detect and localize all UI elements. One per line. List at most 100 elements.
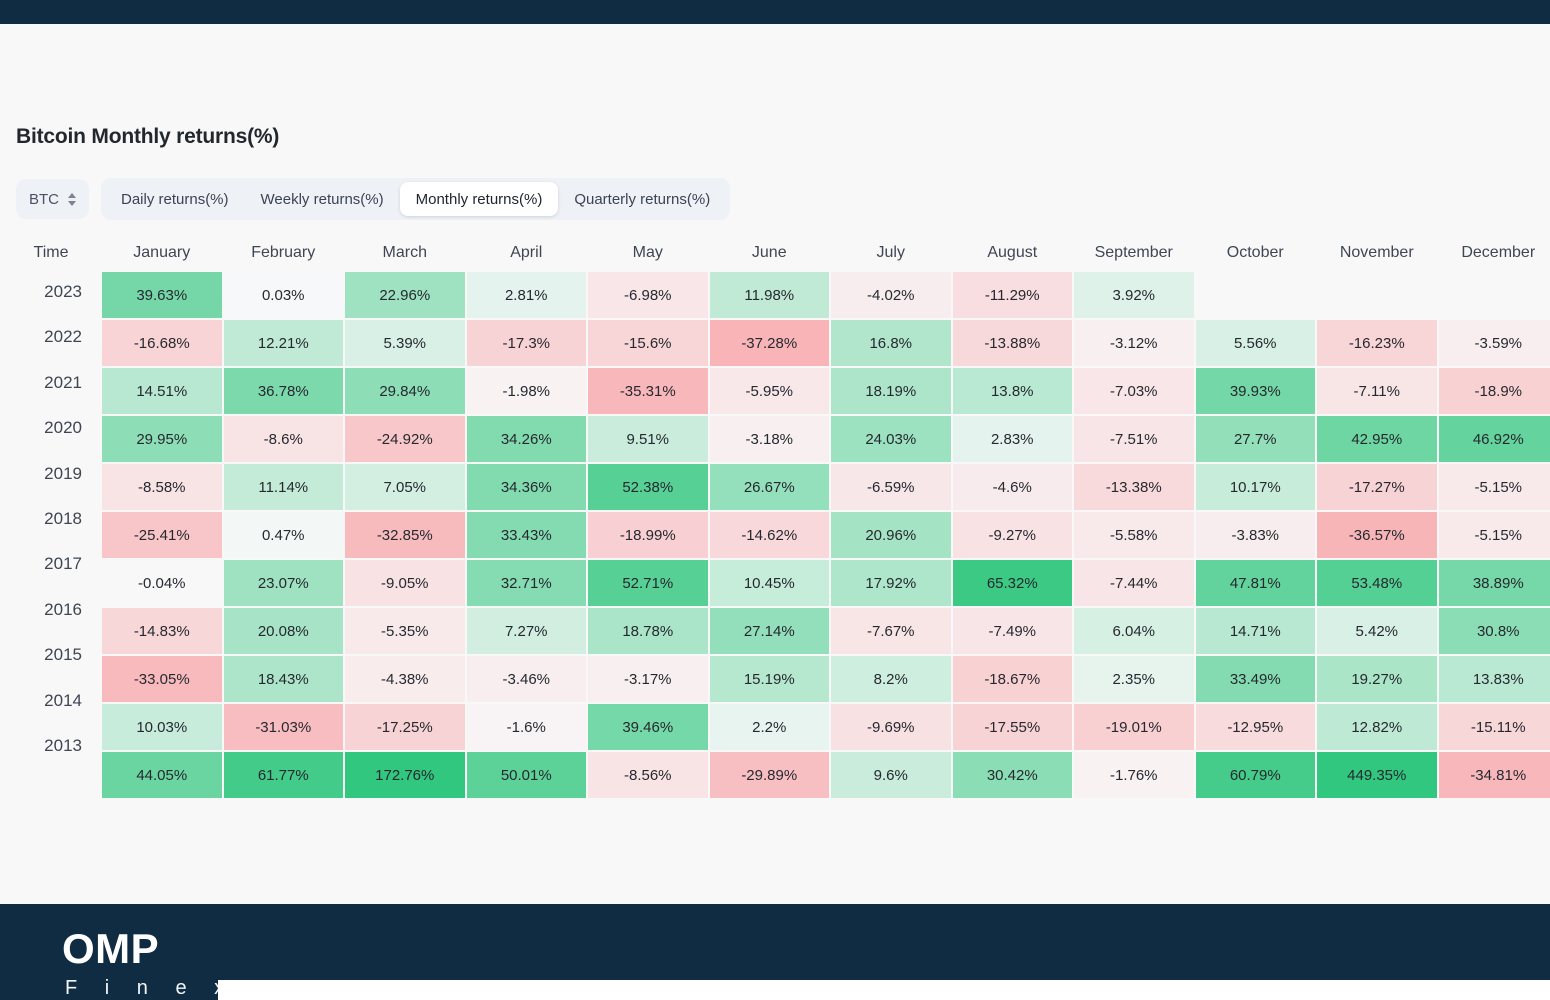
heatmap-cell[interactable]: -4.02%	[831, 272, 951, 318]
heatmap-cell[interactable]: 15.19%	[709, 656, 829, 702]
heatmap-cell[interactable]: 17.92%	[831, 560, 951, 606]
heatmap-cell[interactable]: 34.26%	[466, 416, 586, 462]
heatmap-cell[interactable]: -5.15%	[1438, 512, 1550, 558]
heatmap-cell[interactable]: 0.03%	[223, 272, 343, 318]
tab-quarterly[interactable]: Quarterly returns(%)	[558, 182, 726, 216]
tab-daily[interactable]: Daily returns(%)	[105, 182, 245, 216]
heatmap-cell[interactable]: -37.28%	[709, 320, 829, 366]
heatmap-cell[interactable]: 5.42%	[1317, 608, 1437, 654]
heatmap-cell[interactable]: 29.84%	[345, 368, 465, 414]
heatmap-cell[interactable]: 36.78%	[223, 368, 343, 414]
heatmap-cell[interactable]: 0.47%	[223, 512, 343, 558]
heatmap-cell[interactable]: 50.01%	[466, 752, 586, 798]
heatmap-cell[interactable]: -17.55%	[952, 704, 1072, 750]
heatmap-cell[interactable]: 16.8%	[831, 320, 951, 366]
heatmap-cell[interactable]: 26.67%	[709, 464, 829, 510]
heatmap-cell[interactable]: 23.07%	[223, 560, 343, 606]
heatmap-cell[interactable]: -7.03%	[1074, 368, 1194, 414]
heatmap-cell[interactable]: 18.43%	[223, 656, 343, 702]
heatmap-cell[interactable]: 10.45%	[709, 560, 829, 606]
heatmap-cell[interactable]: 3.92%	[1074, 272, 1194, 318]
heatmap-cell[interactable]: -0.04%	[102, 560, 222, 606]
heatmap-cell[interactable]: 2.81%	[466, 272, 586, 318]
heatmap-cell[interactable]: 5.39%	[345, 320, 465, 366]
heatmap-cell[interactable]: -3.83%	[1195, 512, 1315, 558]
heatmap-cell[interactable]: -18.99%	[588, 512, 708, 558]
heatmap-cell[interactable]: -9.69%	[831, 704, 951, 750]
symbol-selector[interactable]: BTC	[16, 179, 89, 219]
heatmap-cell[interactable]: 11.14%	[223, 464, 343, 510]
heatmap-cell[interactable]: -17.25%	[345, 704, 465, 750]
heatmap-cell[interactable]: 39.63%	[102, 272, 222, 318]
heatmap-cell[interactable]: 10.17%	[1195, 464, 1315, 510]
heatmap-cell[interactable]: 2.2%	[709, 704, 829, 750]
heatmap-cell[interactable]: 52.71%	[588, 560, 708, 606]
heatmap-cell[interactable]: 7.05%	[345, 464, 465, 510]
heatmap-cell[interactable]: -29.89%	[709, 752, 829, 798]
heatmap-cell[interactable]: -14.83%	[102, 608, 222, 654]
heatmap-cell[interactable]: -7.51%	[1074, 416, 1194, 462]
heatmap-cell[interactable]: 14.51%	[102, 368, 222, 414]
heatmap-cell[interactable]: -8.6%	[223, 416, 343, 462]
heatmap-cell[interactable]: 39.46%	[588, 704, 708, 750]
heatmap-cell[interactable]: 61.77%	[223, 752, 343, 798]
heatmap-cell[interactable]: 11.98%	[709, 272, 829, 318]
heatmap-cell[interactable]: -5.15%	[1438, 464, 1550, 510]
heatmap-cell[interactable]: -25.41%	[102, 512, 222, 558]
heatmap-cell[interactable]: -8.58%	[102, 464, 222, 510]
heatmap-cell[interactable]: 29.95%	[102, 416, 222, 462]
heatmap-cell[interactable]: 38.89%	[1438, 560, 1550, 606]
heatmap-cell[interactable]: -31.03%	[223, 704, 343, 750]
heatmap-cell[interactable]: 24.03%	[831, 416, 951, 462]
heatmap-cell[interactable]: -7.11%	[1317, 368, 1437, 414]
heatmap-cell[interactable]: 33.49%	[1195, 656, 1315, 702]
heatmap-cell[interactable]: -3.46%	[466, 656, 586, 702]
heatmap-cell[interactable]: -7.67%	[831, 608, 951, 654]
heatmap-cell[interactable]: 2.35%	[1074, 656, 1194, 702]
heatmap-cell[interactable]: -15.11%	[1438, 704, 1550, 750]
heatmap-cell[interactable]: -3.59%	[1438, 320, 1550, 366]
heatmap-cell[interactable]: 2.83%	[952, 416, 1072, 462]
heatmap-cell[interactable]: -9.05%	[345, 560, 465, 606]
heatmap-cell[interactable]: -1.6%	[466, 704, 586, 750]
heatmap-cell[interactable]: -15.6%	[588, 320, 708, 366]
heatmap-cell[interactable]: 53.48%	[1317, 560, 1437, 606]
heatmap-cell[interactable]: -1.76%	[1074, 752, 1194, 798]
heatmap-cell[interactable]: -11.29%	[952, 272, 1072, 318]
heatmap-cell[interactable]: -16.23%	[1317, 320, 1437, 366]
heatmap-cell[interactable]: 18.19%	[831, 368, 951, 414]
heatmap-cell[interactable]: -1.98%	[466, 368, 586, 414]
heatmap-cell[interactable]: 14.71%	[1195, 608, 1315, 654]
heatmap-cell[interactable]: -4.6%	[952, 464, 1072, 510]
heatmap-cell[interactable]: 60.79%	[1195, 752, 1315, 798]
heatmap-cell[interactable]: 12.82%	[1317, 704, 1437, 750]
heatmap-cell[interactable]: 42.95%	[1317, 416, 1437, 462]
heatmap-cell[interactable]	[1317, 272, 1437, 318]
heatmap-cell[interactable]: 46.92%	[1438, 416, 1550, 462]
heatmap-cell[interactable]: 44.05%	[102, 752, 222, 798]
heatmap-cell[interactable]: 18.78%	[588, 608, 708, 654]
heatmap-cell[interactable]: 27.7%	[1195, 416, 1315, 462]
heatmap-cell[interactable]: 65.32%	[952, 560, 1072, 606]
heatmap-cell[interactable]: 12.21%	[223, 320, 343, 366]
heatmap-cell[interactable]: -18.9%	[1438, 368, 1550, 414]
heatmap-cell[interactable]: -34.81%	[1438, 752, 1550, 798]
heatmap-cell[interactable]: 30.8%	[1438, 608, 1550, 654]
heatmap-cell[interactable]: -32.85%	[345, 512, 465, 558]
heatmap-cell[interactable]: 172.76%	[345, 752, 465, 798]
heatmap-cell[interactable]: -3.12%	[1074, 320, 1194, 366]
heatmap-cell[interactable]: 8.2%	[831, 656, 951, 702]
heatmap-cell[interactable]: 13.83%	[1438, 656, 1550, 702]
heatmap-cell[interactable]: 19.27%	[1317, 656, 1437, 702]
heatmap-cell[interactable]: -7.44%	[1074, 560, 1194, 606]
heatmap-cell[interactable]: -36.57%	[1317, 512, 1437, 558]
heatmap-cell[interactable]: 6.04%	[1074, 608, 1194, 654]
heatmap-cell[interactable]: -3.17%	[588, 656, 708, 702]
heatmap-cell[interactable]: -5.35%	[345, 608, 465, 654]
heatmap-cell[interactable]: -18.67%	[952, 656, 1072, 702]
tab-weekly[interactable]: Weekly returns(%)	[245, 182, 400, 216]
heatmap-cell[interactable]: 47.81%	[1195, 560, 1315, 606]
heatmap-cell[interactable]: 9.51%	[588, 416, 708, 462]
heatmap-cell[interactable]: -13.88%	[952, 320, 1072, 366]
heatmap-cell[interactable]: 39.93%	[1195, 368, 1315, 414]
